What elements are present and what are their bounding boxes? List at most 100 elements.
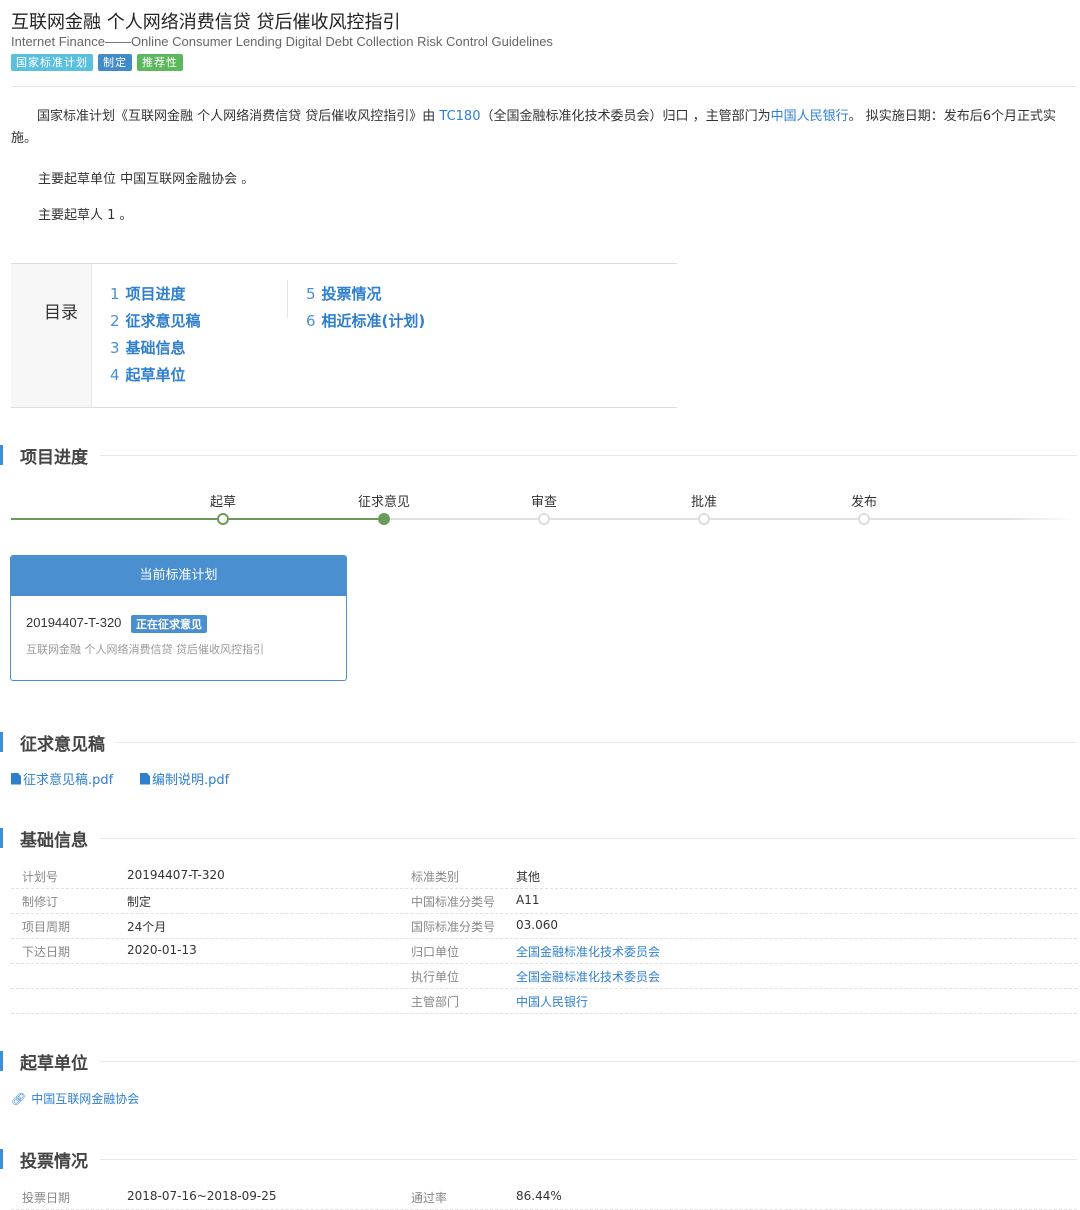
section-divider [100, 1159, 1077, 1160]
section-divider [100, 455, 1077, 456]
competent-dept-link[interactable]: 中国人民银行 [516, 993, 588, 1010]
section-basic-info: 基础信息 [0, 826, 1077, 851]
toc-label: 起草单位 [125, 366, 186, 384]
toc-item-similar-standards[interactable]: 6 相近标准(计划) [306, 310, 425, 331]
toc-num: 1 [110, 285, 120, 303]
section-accent-bar [0, 445, 3, 465]
section-divider [100, 838, 1077, 839]
toc-label: 基础信息 [125, 339, 186, 357]
section-title: 起草单位 [20, 1049, 98, 1074]
link-icon: 🔗︎ [11, 1091, 27, 1106]
info-row: 执行单位 全国金融标准化技术委员会 [11, 964, 1077, 989]
file-icon [140, 772, 150, 785]
section-title: 基础信息 [20, 826, 98, 851]
info-value: 其他 [516, 870, 541, 884]
dept-link[interactable]: 中国人民银行 [771, 109, 849, 124]
info-row: 下达日期 2020-01-13 归口单位 全国金融标准化技术委员会 [11, 939, 1077, 964]
card-heading: 当前标准计划 [11, 556, 346, 596]
drafting-unit-link[interactable]: 🔗︎ 中国互联网金融协会 [11, 1090, 139, 1107]
header-divider [11, 86, 1077, 87]
tag-plan-type: 国家标准计划 [11, 54, 93, 71]
section-progress: 项目进度 [0, 443, 1077, 468]
section-divider [100, 1061, 1077, 1062]
tag-list: 国家标准计划 制定 推荐性 [11, 54, 183, 71]
toc-num: 3 [110, 339, 120, 357]
section-accent-bar [0, 1051, 3, 1071]
toc-item-drafting-units[interactable]: 4 起草单位 [110, 364, 186, 385]
info-label: 制修订 [22, 895, 59, 909]
drafting-unit-name: 中国互联网金融协会 [31, 1092, 140, 1106]
info-label: 通过率 [411, 1191, 448, 1205]
section-accent-bar [0, 828, 3, 848]
file-link-explanation[interactable]: 编制说明.pdf [140, 769, 229, 788]
section-accent-bar [0, 732, 3, 752]
toc-item-voting[interactable]: 5 投票情况 [306, 283, 382, 304]
file-name: 编制说明.pdf [152, 773, 230, 788]
info-value: 制定 [127, 895, 152, 909]
step-label-review: 审查 [530, 495, 558, 510]
info-value: 24个月 [127, 920, 167, 934]
section-drafts: 征求意见稿 [0, 730, 1077, 755]
info-row: 项目周期 24个月 国际标准分类号 03.060 [11, 914, 1077, 939]
current-plan-card[interactable]: 当前标准计划 20194407-T-320 正在征求意见 互联网金融 个人网络消… [10, 555, 347, 681]
info-row: 制修订 制定 中国标准分类号 A11 [11, 889, 1077, 914]
info-value: A11 [516, 893, 540, 907]
info-row: 主管部门 中国人民银行 [11, 989, 1077, 1014]
voting-row: 投票日期 2018-07-16~2018-09-25 通过率 86.44% [11, 1185, 1077, 1210]
toc-item-basic-info[interactable]: 3 基础信息 [110, 337, 186, 358]
pass-rate: 86.44% [516, 1189, 562, 1203]
intro-text: （全国金融标准化技术委员会）归口 ，主管部门为 [480, 109, 771, 124]
section-title: 投票情况 [20, 1147, 98, 1172]
committee-link[interactable]: 全国金融标准化技术委员会 [516, 943, 660, 960]
main-drafting-unit-text: 主要起草单位 中国互联网金融协会 。 [38, 172, 255, 187]
toc-label: 项目进度 [125, 285, 186, 303]
section-divider [100, 742, 1077, 743]
toc-label: 征求意见稿 [125, 312, 201, 330]
toc-num: 5 [306, 285, 316, 303]
toc-label: 投票情况 [321, 285, 382, 303]
progress-line-done [11, 518, 384, 520]
info-label: 下达日期 [22, 945, 71, 959]
tc-link[interactable]: TC180 [439, 109, 480, 124]
plan-number: 20194407-T-320 [26, 615, 122, 630]
section-title: 项目进度 [20, 443, 98, 468]
tag-nature: 推荐性 [137, 54, 183, 71]
section-title: 征求意见稿 [20, 730, 115, 755]
info-label: 标准类别 [411, 870, 460, 884]
executing-unit-link[interactable]: 全国金融标准化技术委员会 [516, 968, 660, 985]
info-row: 计划号 20194407-T-320 标准类别 其他 [11, 864, 1077, 889]
section-accent-bar [0, 1149, 3, 1169]
section-drafting-units: 起草单位 [0, 1049, 1077, 1074]
step-dot-draft [217, 513, 229, 525]
table-of-contents: 目录 1 项目进度 2 征求意见稿 3 基础信息 4 起草单位 5 投票情况 6 相近标准(… [11, 263, 677, 408]
step-dot-comments-current [378, 513, 390, 525]
toc-title: 目录 [44, 303, 78, 323]
toc-num: 2 [110, 312, 120, 330]
toc-num: 4 [110, 366, 120, 384]
page-title: 互联网金融 个人网络消费信贷 贷后催收风控指引 [11, 12, 401, 33]
step-label-publish: 发布 [850, 495, 878, 510]
info-value: 20194407-T-320 [127, 868, 225, 882]
toc-item-progress[interactable]: 1 项目进度 [110, 283, 186, 304]
info-label: 计划号 [22, 870, 59, 884]
file-link-draft[interactable]: 征求意见稿.pdf [11, 769, 113, 788]
toc-num: 6 [306, 312, 316, 330]
intro-text: 国家标准计划《互联网金融 个人网络消费信贷 贷后催收风控指引》由 [37, 109, 440, 124]
intro-paragraph: 国家标准计划《互联网金融 个人网络消费信贷 贷后催收风控指引》由 TC180（全… [11, 106, 1073, 150]
step-label-draft: 起草 [209, 495, 237, 510]
toc-item-drafts[interactable]: 2 征求意见稿 [110, 310, 201, 331]
file-name: 征求意见稿.pdf [23, 773, 114, 788]
step-dot-review [538, 513, 550, 525]
step-label-comments: 征求意见 [357, 495, 411, 510]
file-icon [11, 772, 21, 785]
page-subtitle: Internet Finance——Online Consumer Lendin… [11, 34, 553, 49]
step-dot-publish [858, 513, 870, 525]
info-label: 投票日期 [22, 1191, 71, 1205]
tag-revision: 制定 [98, 54, 132, 71]
info-label: 国际标准分类号 [411, 920, 496, 934]
toc-column-divider [287, 280, 288, 318]
info-value: 2020-01-13 [127, 943, 197, 957]
info-label: 归口单位 [411, 945, 460, 959]
plan-name: 互联网金融 个人网络消费信贷 贷后催收风控指引 [26, 643, 264, 656]
info-label: 主管部门 [411, 995, 460, 1009]
